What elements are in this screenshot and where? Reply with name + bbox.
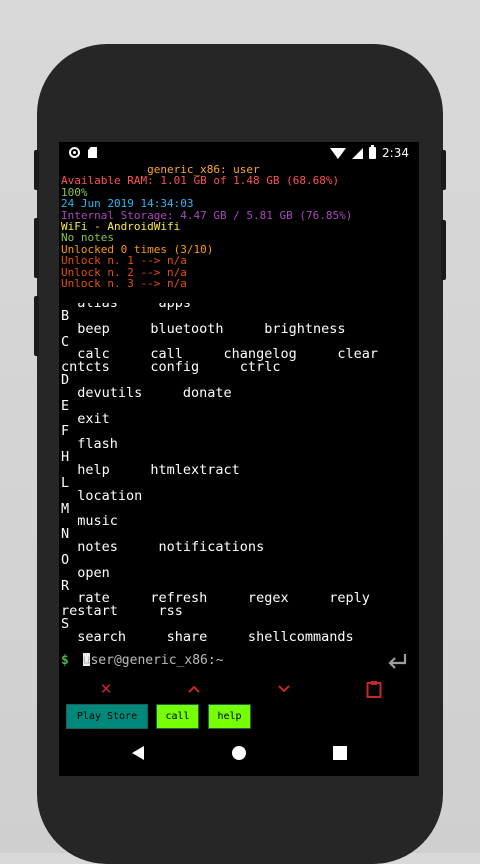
command-row[interactable]: devutils donate bbox=[61, 386, 417, 400]
command-row[interactable]: exit bbox=[61, 412, 417, 426]
recents-icon[interactable] bbox=[333, 746, 347, 760]
home-icon[interactable] bbox=[231, 745, 247, 761]
system-info: generic_x86: user Available RAM: 1.01 GB … bbox=[61, 164, 352, 290]
command-row[interactable]: flash bbox=[61, 438, 417, 451]
command-prompt[interactable]: $ user@generic_x86:~ bbox=[61, 653, 224, 668]
help-button[interactable]: help bbox=[208, 704, 251, 729]
info-line: Unlock n. 1 --> n/a bbox=[61, 254, 187, 268]
power-button bbox=[34, 150, 39, 190]
volume-down-button bbox=[34, 296, 39, 356]
call-button[interactable]: call bbox=[156, 704, 199, 729]
chevron-down-icon[interactable] bbox=[269, 678, 299, 700]
volume-up-button bbox=[34, 218, 39, 278]
info-line: Unlock n. 3 --> n/a bbox=[61, 276, 187, 290]
command-row[interactable]: location bbox=[61, 489, 417, 503]
command-list[interactable]: alias apps B beep bluetooth brightness C c… bbox=[61, 303, 417, 649]
command-row[interactable]: E bbox=[61, 399, 417, 413]
clipboard-icon[interactable] bbox=[359, 678, 389, 700]
command-row[interactable]: alias apps bbox=[61, 303, 417, 310]
command-row[interactable]: help htmlextract bbox=[61, 463, 417, 477]
chevron-up-icon[interactable] bbox=[179, 678, 209, 700]
prompt-symbol: $ bbox=[61, 653, 69, 668]
right-button-1 bbox=[441, 150, 446, 190]
wifi-icon bbox=[330, 147, 347, 159]
command-row[interactable]: cntcts config ctrlc bbox=[61, 361, 417, 374]
status-time: 2:34 bbox=[382, 146, 409, 160]
sd-card-icon bbox=[88, 147, 97, 158]
command-row[interactable]: O bbox=[61, 553, 417, 567]
command-row[interactable]: search share shellcommands bbox=[61, 630, 417, 644]
command-row[interactable]: beep bluetooth brightness bbox=[61, 322, 417, 336]
right-button-2 bbox=[441, 220, 446, 280]
signal-icon bbox=[352, 147, 364, 159]
info-line: 24 Jun 2019 14:34:03 bbox=[61, 197, 194, 211]
command-row[interactable]: open bbox=[61, 566, 417, 580]
play-store-button[interactable]: Play Store bbox=[66, 704, 148, 729]
terminal-toolbar: ✕ bbox=[59, 678, 419, 702]
command-row[interactable]: restart rss bbox=[61, 605, 417, 618]
command-row[interactable]: notes notifications bbox=[61, 540, 417, 554]
info-line: Available RAM: 1.01 GB of 1.48 GB (68.68… bbox=[61, 174, 340, 188]
enter-icon[interactable] bbox=[385, 650, 409, 674]
battery-icon bbox=[369, 145, 377, 159]
notification-dot-icon bbox=[69, 147, 80, 158]
back-icon[interactable] bbox=[130, 745, 146, 761]
navigation-bar bbox=[59, 730, 419, 776]
command-row[interactable]: music bbox=[61, 515, 417, 528]
prompt-input[interactable]: user@generic_x86:~ bbox=[83, 653, 224, 668]
screen: 2:34 generic_x86: user Available RAM: 1.0… bbox=[59, 142, 419, 776]
close-icon[interactable]: ✕ bbox=[91, 678, 121, 700]
